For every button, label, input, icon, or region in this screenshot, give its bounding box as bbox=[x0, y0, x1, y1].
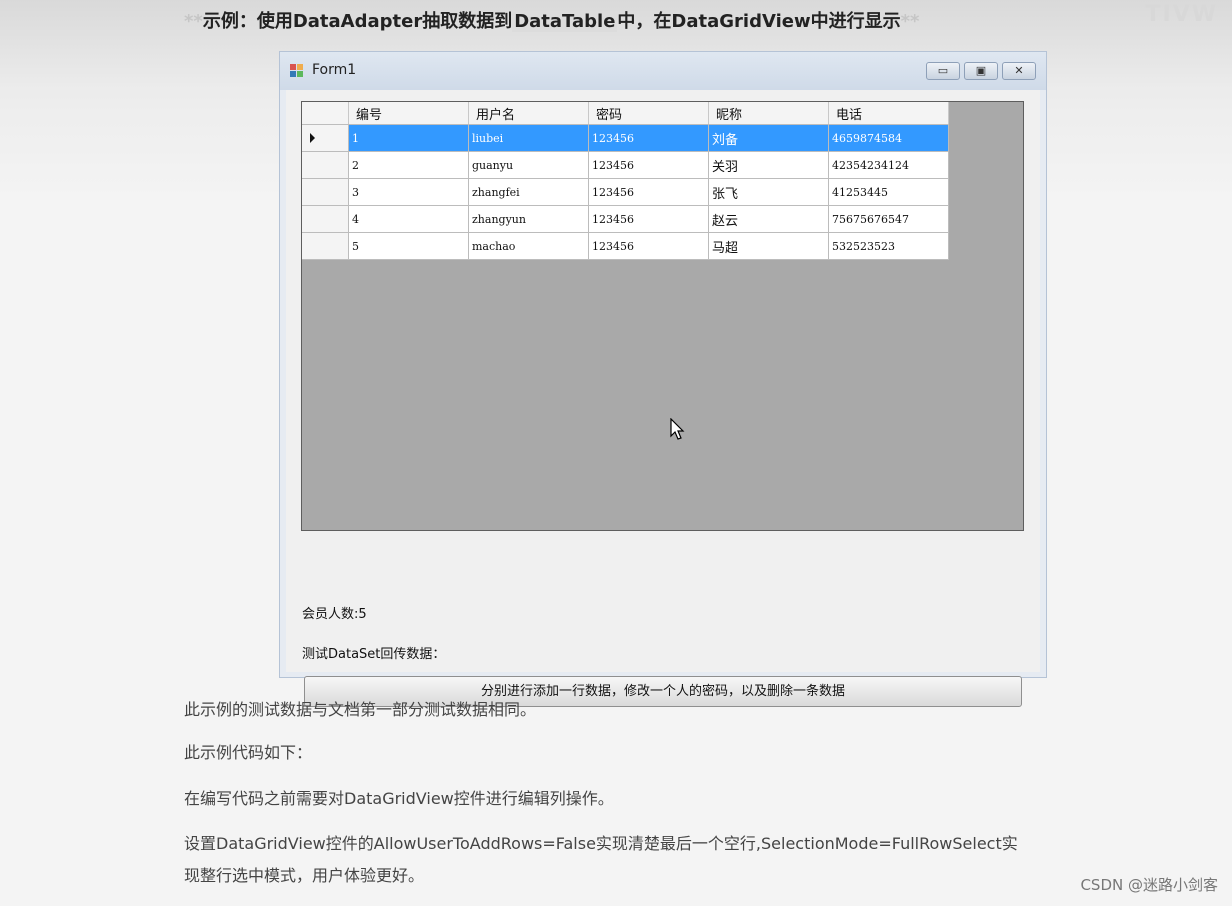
window-titlebar[interactable]: Form1 ▭ ▣ ✕ bbox=[280, 52, 1046, 90]
current-row-arrow-icon bbox=[310, 133, 315, 143]
csdn-watermark: CSDN @迷路小剑客 bbox=[1080, 876, 1218, 894]
paragraph-code-intro: 此示例代码如下： bbox=[184, 743, 313, 762]
close-button[interactable]: ✕ bbox=[1002, 62, 1036, 80]
column-header-password[interactable]: 密码 bbox=[588, 102, 709, 125]
cell-password[interactable]: 123456 bbox=[588, 151, 709, 179]
column-header-phone[interactable]: 电话 bbox=[828, 102, 949, 125]
paragraph-test-data: 此示例的测试数据与文档第一部分测试数据相同。 bbox=[184, 700, 537, 719]
mouse-pointer-icon bbox=[670, 418, 685, 440]
form-client-area: 编号 用户名 密码 昵称 电话 1 liubei 123456 刘备 46598… bbox=[286, 90, 1040, 707]
column-header-username[interactable]: 用户名 bbox=[468, 102, 589, 125]
minimize-button[interactable]: ▭ bbox=[926, 62, 960, 80]
paragraph-edit-columns: 在编写代码之前需要对DataGridView控件进行编辑列操作。 bbox=[184, 789, 614, 808]
cell-id[interactable]: 1 bbox=[348, 124, 469, 152]
cell-username[interactable]: machao bbox=[468, 232, 589, 260]
cell-username[interactable]: zhangyun bbox=[468, 205, 589, 233]
heading-text-1: 示例：使用DataAdapter抽取数据到 bbox=[202, 11, 513, 32]
cell-id[interactable]: 2 bbox=[348, 151, 469, 179]
data-grid-view[interactable]: 编号 用户名 密码 昵称 电话 1 liubei 123456 刘备 46598… bbox=[301, 101, 1024, 531]
table-row[interactable]: 5 machao 123456 马超 532523523 bbox=[302, 232, 949, 260]
cell-nickname[interactable]: 刘备 bbox=[708, 124, 829, 152]
heading-stars-open: ** bbox=[184, 11, 203, 32]
heading-text-2: 中，在DataGridView中进行显示 bbox=[617, 11, 901, 32]
table-row[interactable]: 2 guanyu 123456 关羽 42354234124 bbox=[302, 151, 949, 179]
member-count-label: 会员人数:5 bbox=[302, 607, 367, 622]
cell-username[interactable]: guanyu bbox=[468, 151, 589, 179]
app-icon bbox=[290, 64, 304, 78]
maximize-button[interactable]: ▣ bbox=[964, 62, 998, 80]
cell-nickname[interactable]: 关羽 bbox=[708, 151, 829, 179]
heading-highlight: DataTable bbox=[512, 11, 618, 32]
form1-window: Form1 ▭ ▣ ✕ 编号 用户名 密码 昵称 电话 1 liubei 123… bbox=[279, 51, 1047, 707]
corner-faded-text: TIVW bbox=[1145, 2, 1218, 27]
row-header[interactable] bbox=[302, 151, 349, 179]
cell-nickname[interactable]: 张飞 bbox=[708, 178, 829, 206]
row-header[interactable] bbox=[302, 232, 349, 260]
cell-nickname[interactable]: 马超 bbox=[708, 232, 829, 260]
grid-corner-header[interactable] bbox=[302, 102, 349, 125]
table-row[interactable]: 4 zhangyun 123456 赵云 75675676547 bbox=[302, 205, 949, 233]
cell-password[interactable]: 123456 bbox=[588, 232, 709, 260]
cell-password[interactable]: 123456 bbox=[588, 205, 709, 233]
paragraph-settings-line1: 设置DataGridView控件的AllowUserToAddRows=Fals… bbox=[184, 834, 1018, 853]
cell-nickname[interactable]: 赵云 bbox=[708, 205, 829, 233]
column-header-id[interactable]: 编号 bbox=[348, 102, 469, 125]
cell-password[interactable]: 123456 bbox=[588, 178, 709, 206]
cell-username[interactable]: liubei bbox=[468, 124, 589, 152]
cell-password[interactable]: 123456 bbox=[588, 124, 709, 152]
cell-phone[interactable]: 42354234124 bbox=[828, 151, 949, 179]
cell-phone[interactable]: 4659874584 bbox=[828, 124, 949, 152]
row-header[interactable] bbox=[302, 178, 349, 206]
article-heading: **示例：使用DataAdapter抽取数据到 DataTable 中，在DataG… bbox=[184, 9, 919, 35]
cell-id[interactable]: 4 bbox=[348, 205, 469, 233]
cell-phone[interactable]: 532523523 bbox=[828, 232, 949, 260]
cell-username[interactable]: zhangfei bbox=[468, 178, 589, 206]
paragraph-settings-line2: 现整行选中模式，用户体验更好。 bbox=[184, 866, 425, 885]
grid-header-row: 编号 用户名 密码 昵称 电话 bbox=[302, 102, 949, 125]
cell-phone[interactable]: 41253445 bbox=[828, 178, 949, 206]
row-header[interactable] bbox=[302, 205, 349, 233]
dataset-test-label: 测试DataSet回传数据： bbox=[302, 647, 446, 662]
row-header-selected[interactable] bbox=[302, 124, 349, 152]
cell-id[interactable]: 5 bbox=[348, 232, 469, 260]
column-header-nickname[interactable]: 昵称 bbox=[708, 102, 829, 125]
table-row[interactable]: 1 liubei 123456 刘备 4659874584 bbox=[302, 124, 949, 152]
table-row[interactable]: 3 zhangfei 123456 张飞 41253445 bbox=[302, 178, 949, 206]
cell-phone[interactable]: 75675676547 bbox=[828, 205, 949, 233]
heading-stars-close: ** bbox=[900, 11, 920, 32]
window-title: Form1 bbox=[312, 62, 357, 78]
cell-id[interactable]: 3 bbox=[348, 178, 469, 206]
grid-table: 编号 用户名 密码 昵称 电话 1 liubei 123456 刘备 46598… bbox=[302, 102, 949, 260]
